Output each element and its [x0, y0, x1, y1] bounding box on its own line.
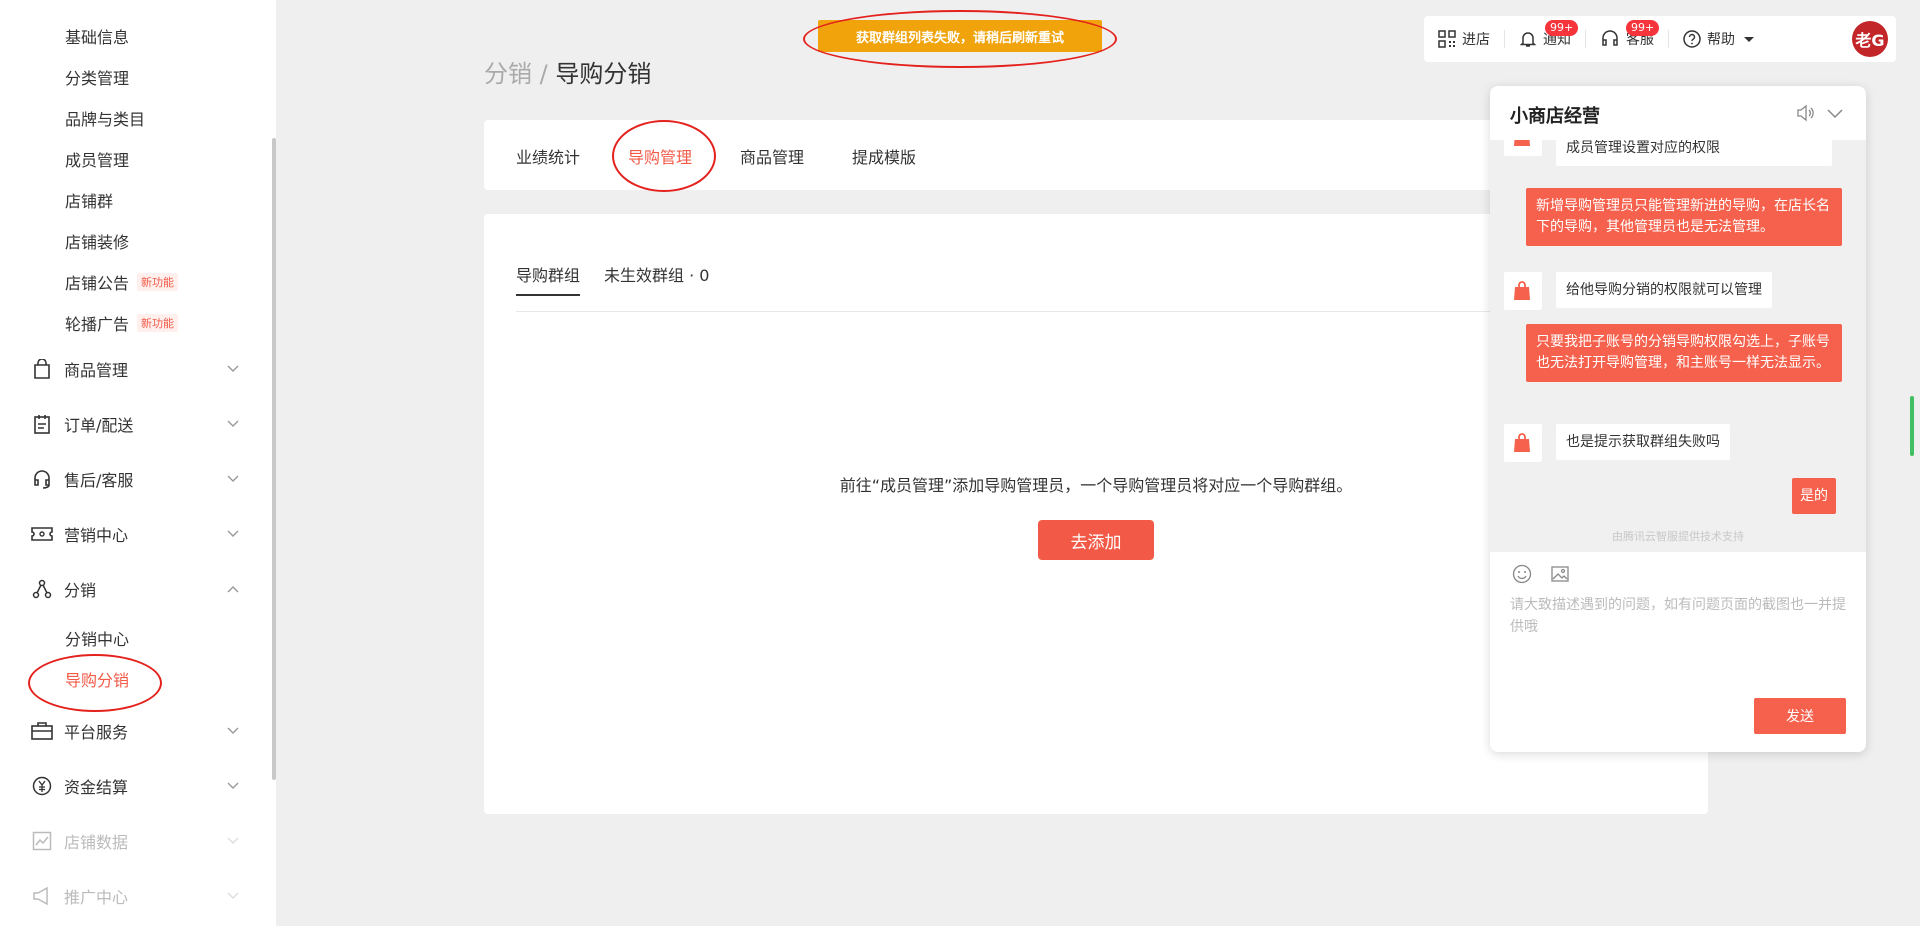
chevron-down-icon — [227, 837, 239, 844]
speaker-icon[interactable] — [1796, 104, 1816, 122]
chevron-up-icon — [227, 586, 239, 593]
chevron-down-icon — [227, 365, 239, 372]
megaphone-icon — [30, 884, 54, 908]
chat-header: 小商店经营 — [1490, 86, 1866, 140]
chat-message-left: 成员管理设置对应的权限 — [1556, 140, 1832, 166]
sidebar-scrollbar[interactable] — [272, 138, 276, 780]
sidebar-group-store-data[interactable]: 店铺数据 — [30, 826, 240, 856]
page-scrollbar[interactable] — [1910, 396, 1914, 456]
subtab-inactive-groups[interactable]: 未生效群组 · 0 — [604, 262, 709, 286]
sidebar-group-platform[interactable]: 平台服务 — [30, 716, 240, 746]
chat-message-right: 只要我把子账号的分销导购权限勾选上，子账号也无法打开导购管理，和主账号一样无法显… — [1526, 324, 1842, 382]
sidebar-group-settlement[interactable]: 资金结算 — [30, 771, 240, 801]
chat-message-right: 是的 — [1792, 478, 1836, 514]
chevron-down-icon — [227, 475, 239, 482]
sidebar-item-brand[interactable]: 品牌与类目 — [65, 106, 145, 130]
chevron-down-icon — [227, 892, 239, 899]
sidebar-group-orders[interactable]: 订单/配送 — [30, 409, 240, 439]
top-toolbar: 进店 通知 99+ 客服 99+ 帮助 老G — [1424, 16, 1896, 62]
sidebar-item-decoration[interactable]: 店铺装修 — [65, 229, 129, 253]
image-icon[interactable] — [1550, 564, 1570, 584]
chat-message-input[interactable] — [1510, 594, 1850, 664]
sidebar: 基础信息 分类管理 品牌与类目 成员管理 店铺群 店铺装修 店铺公告 新功能 轮播… — [0, 0, 276, 926]
tab-performance[interactable]: 业绩统计 — [516, 144, 580, 168]
breadcrumb: 分销 / 导购分销 — [484, 60, 652, 88]
notice-count-badge: 99+ — [1545, 20, 1579, 36]
chat-message-right: 新增导购管理员只能管理新进的导购，在店长名下的导购，其他管理员也是无法管理。 — [1526, 188, 1842, 246]
chat-input-area: 发送 — [1490, 552, 1866, 752]
briefcase-icon — [30, 719, 54, 743]
tab-guide-management[interactable]: 导购管理 — [628, 144, 692, 168]
shopping-bag-icon — [1514, 433, 1530, 452]
send-button[interactable]: 发送 — [1754, 698, 1846, 734]
service-button[interactable]: 客服 99+ — [1586, 16, 1668, 62]
sidebar-item-carousel[interactable]: 轮播广告 新功能 — [65, 311, 179, 335]
notice-button[interactable]: 通知 99+ — [1505, 16, 1585, 62]
chevron-down-icon[interactable] — [1826, 104, 1844, 122]
sidebar-item-distribution-center[interactable]: 分销中心 — [65, 626, 129, 650]
enter-store-button[interactable]: 进店 — [1424, 16, 1504, 62]
sidebar-item-category[interactable]: 分类管理 — [65, 65, 129, 89]
bot-avatar — [1504, 140, 1542, 156]
chat-panel: 小商店经营 成员管理设置对应的权限 新增导购管理员只能管理新进的导购，在店长名下… — [1490, 86, 1866, 752]
chevron-down-icon — [227, 782, 239, 789]
help-menu[interactable]: 帮助 — [1669, 16, 1775, 62]
bot-avatar — [1504, 272, 1542, 310]
breadcrumb-parent[interactable]: 分销 — [484, 60, 532, 88]
sidebar-group-goods[interactable]: 商品管理 — [30, 354, 240, 384]
chevron-down-icon — [227, 727, 239, 734]
qrcode-icon — [1438, 30, 1456, 48]
question-circle-icon — [1683, 30, 1701, 48]
new-badge: 新功能 — [137, 273, 179, 291]
chat-title: 小商店经营 — [1510, 106, 1600, 127]
sidebar-group-promo[interactable]: 推广中心 — [30, 881, 240, 911]
shopping-bag-icon — [1514, 281, 1530, 300]
yuan-coin-icon — [30, 774, 54, 798]
sidebar-item-guide-distribution[interactable]: 导购分销 — [65, 667, 129, 691]
error-toast: 获取群组列表失败，请稍后刷新重试 — [818, 20, 1102, 52]
tab-commission-template[interactable]: 提成模版 — [852, 144, 916, 168]
sidebar-group-marketing[interactable]: 营销中心 — [30, 519, 240, 549]
clipboard-icon — [30, 412, 54, 436]
chat-message-left: 也是提示获取群组失败吗 — [1556, 424, 1730, 460]
service-count-badge: 99+ — [1626, 20, 1660, 36]
sidebar-group-distribution[interactable]: 分销 — [30, 574, 240, 604]
sidebar-item-announcement[interactable]: 店铺公告 新功能 — [65, 270, 179, 294]
chat-message-left: 给他导购分销的权限就可以管理 — [1556, 272, 1772, 308]
sidebar-item-basic-info[interactable]: 基础信息 — [65, 24, 129, 48]
powered-by-text: 由腾讯云智服提供技术支持 — [1612, 530, 1744, 543]
shopping-bag-icon — [30, 357, 54, 381]
shopping-bag-icon — [1514, 140, 1530, 146]
chart-image-icon — [30, 829, 54, 853]
chat-messages: 成员管理设置对应的权限 新增导购管理员只能管理新进的导购，在店长名下的导购，其他… — [1490, 140, 1866, 560]
headset-icon — [1602, 30, 1618, 46]
caret-down-icon — [1744, 37, 1754, 42]
bell-icon — [1519, 32, 1537, 47]
emoji-icon[interactable] — [1512, 564, 1532, 584]
ticket-icon — [30, 522, 54, 546]
chevron-down-icon — [227, 420, 239, 427]
tab-goods-management[interactable]: 商品管理 — [740, 144, 804, 168]
subtab-guide-groups[interactable]: 导购群组 — [516, 262, 581, 296]
sidebar-group-service[interactable]: 售后/客服 — [30, 464, 240, 494]
headset-icon — [30, 467, 54, 491]
new-badge: 新功能 — [137, 314, 179, 332]
sidebar-item-store-group[interactable]: 店铺群 — [65, 188, 113, 212]
sidebar-item-members[interactable]: 成员管理 — [65, 147, 129, 171]
add-button[interactable]: 去添加 — [1038, 520, 1154, 560]
avatar[interactable]: 老G — [1852, 21, 1888, 57]
page-title: 导购分销 — [555, 60, 652, 88]
share-nodes-icon — [30, 577, 54, 601]
bot-avatar — [1504, 424, 1542, 462]
chevron-down-icon — [227, 530, 239, 537]
